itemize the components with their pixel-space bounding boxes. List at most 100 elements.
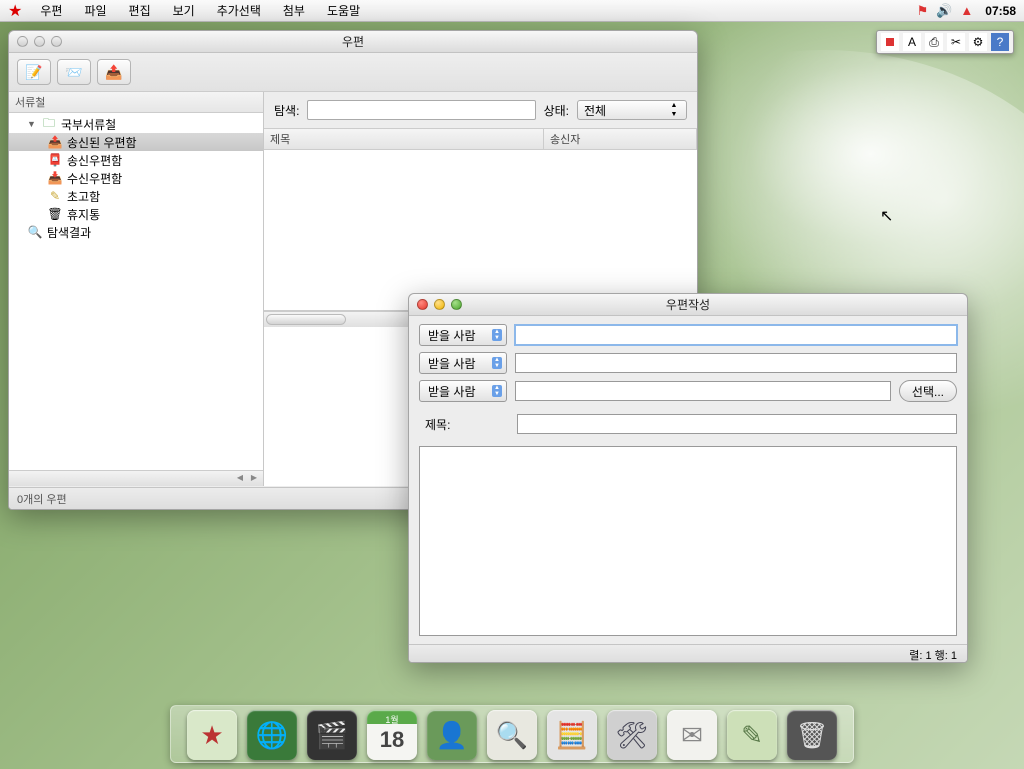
status-value: 전체 xyxy=(584,102,606,119)
inbox-icon: 📥 xyxy=(47,171,63,185)
recipient-row-1: 받을 사람 ▲▼ xyxy=(419,324,957,346)
menu-edit[interactable]: 편집 xyxy=(119,0,161,21)
search-icon: 🔍 xyxy=(27,225,43,239)
minimize-icon[interactable] xyxy=(434,299,445,310)
menu-view[interactable]: 보기 xyxy=(163,0,205,21)
flag-icon[interactable]: ⚑ xyxy=(917,3,929,19)
dock-contacts[interactable]: 👤 xyxy=(427,710,477,760)
recipient-input-3[interactable] xyxy=(515,381,891,401)
menu-extra[interactable]: 추가선택 xyxy=(207,0,271,21)
recipient-row-2: 받을 사람 ▲▼ xyxy=(419,352,957,374)
notification-icon[interactable]: ▲ xyxy=(960,3,973,18)
scroll-right-icon[interactable]: ▶ xyxy=(247,473,261,484)
trash-icon: 🗑 xyxy=(47,207,63,221)
message-list-header: 제목 송신자 xyxy=(264,128,697,150)
palette-text-icon[interactable]: A xyxy=(903,33,921,51)
mail-window-title: 우편 xyxy=(9,33,697,50)
dock-calendar[interactable]: 1월18 xyxy=(367,710,417,760)
dock-trash[interactable]: 🗑 xyxy=(787,710,837,760)
recipient-input-2[interactable] xyxy=(515,353,957,373)
receive-button[interactable]: 📨 xyxy=(57,59,91,85)
menu-help[interactable]: 도움말 xyxy=(317,0,370,21)
menu-file[interactable]: 파일 xyxy=(74,0,116,21)
folder-tree[interactable]: ▼ 🗀 국부서류철 📤 송신된 우편함 📮 송신우편함 📥 수신우편함 xyxy=(9,113,263,470)
palette-keyboard-icon[interactable]: ⎙ xyxy=(925,33,943,51)
status-dropdown[interactable]: 전체 ▲▼ xyxy=(577,100,687,120)
palette-settings-icon[interactable]: ⚙ xyxy=(969,33,987,51)
mail-toolbar: 📝 📨 📤 xyxy=(9,53,697,92)
tree-sent[interactable]: 📤 송신된 우편함 xyxy=(9,133,263,151)
recipient-type-label: 받을 사람 xyxy=(428,327,476,344)
stepper-icon[interactable]: ▲▼ xyxy=(492,385,502,397)
dock-calculator[interactable]: 🧮 xyxy=(547,710,597,760)
tree-outbox[interactable]: 📮 송신우편함 xyxy=(9,151,263,169)
folder-sidebar: 서류철 ▼ 🗀 국부서류철 📤 송신된 우편함 📮 송신우편함 📥 수신 xyxy=(9,92,264,486)
compose-editor[interactable] xyxy=(419,446,957,636)
search-input[interactable] xyxy=(307,100,535,120)
outbox-icon: 📮 xyxy=(47,153,63,167)
col-sender[interactable]: 송신자 xyxy=(544,129,697,149)
compose-window-title: 우편작성 xyxy=(409,296,967,313)
dock-browser[interactable]: 🌐 xyxy=(247,710,297,760)
message-list[interactable] xyxy=(264,150,697,311)
palette-help-icon[interactable]: ? xyxy=(991,33,1009,51)
recipient-type-label: 받을 사람 xyxy=(428,355,476,372)
subject-input[interactable] xyxy=(517,414,957,434)
stepper-icon[interactable]: ▲▼ xyxy=(492,357,502,369)
status-label: 상태: xyxy=(544,102,569,119)
tree-search-results[interactable]: 🔍 탐색결과 xyxy=(9,223,263,241)
dock-movie[interactable]: 🎬 xyxy=(307,710,357,760)
stepper-icon[interactable]: ▲▼ xyxy=(668,101,680,119)
dock-mail[interactable]: ✉ xyxy=(667,710,717,760)
recipient-type-3[interactable]: 받을 사람 ▲▼ xyxy=(419,380,507,402)
palette-tool-icon[interactable]: ✂ xyxy=(947,33,965,51)
select-contacts-button[interactable]: 선택... xyxy=(899,380,957,402)
dock: ★🌐🎬1월18👤🔍🧮🛠✉✎🗑 xyxy=(170,705,854,763)
menu-mail[interactable]: 우편 xyxy=(30,0,72,21)
tree-label: 수신우편함 xyxy=(67,170,122,187)
sidebar-scrollbar[interactable]: ◀ ▶ xyxy=(9,470,263,486)
chevron-down-icon[interactable]: ▼ xyxy=(27,119,37,129)
dock-viewer[interactable]: 🔍 xyxy=(487,710,537,760)
recipient-type-2[interactable]: 받을 사람 ▲▼ xyxy=(419,352,507,374)
dock-launcher[interactable]: ★ xyxy=(187,710,237,760)
tree-root[interactable]: ▼ 🗀 국부서류철 xyxy=(9,115,263,133)
recipient-row-3: 받을 사람 ▲▼ 선택... xyxy=(419,380,957,402)
menubar: ★ 우편 파일 편집 보기 추가선택 첨부 도움말 ⚑ 🔊 ▲ 07:58 xyxy=(0,0,1024,22)
subject-label: 제목: xyxy=(419,416,507,433)
zoom-icon[interactable] xyxy=(51,36,62,47)
menu-attach[interactable]: 첨부 xyxy=(273,0,315,21)
mail-titlebar[interactable]: 우편 xyxy=(9,31,697,53)
tree-inbox[interactable]: 📥 수신우편함 xyxy=(9,169,263,187)
input-palette[interactable]: A ⎙ ✂ ⚙ ? xyxy=(876,30,1014,54)
sidebar-header: 서류철 xyxy=(9,92,263,113)
search-label: 탐색: xyxy=(274,102,299,119)
scrollbar-thumb[interactable] xyxy=(266,314,346,325)
tree-drafts[interactable]: ✎ 초고함 xyxy=(9,187,263,205)
tree-label: 휴지통 xyxy=(67,206,100,223)
recipient-input-1[interactable] xyxy=(515,325,957,345)
close-icon[interactable] xyxy=(17,36,28,47)
cursor-icon: ↖ xyxy=(880,206,893,226)
recipient-type-1[interactable]: 받을 사람 ▲▼ xyxy=(419,324,507,346)
compose-button[interactable]: 📝 xyxy=(17,59,51,85)
minimize-icon[interactable] xyxy=(34,36,45,47)
cursor-position: 렬: 1 행: 1 xyxy=(909,650,957,662)
dock-notes[interactable]: ✎ xyxy=(727,710,777,760)
zoom-icon[interactable] xyxy=(451,299,462,310)
scroll-left-icon[interactable]: ◀ xyxy=(233,473,247,484)
close-icon[interactable] xyxy=(417,299,428,310)
palette-record-icon[interactable] xyxy=(881,33,899,51)
stepper-icon[interactable]: ▲▼ xyxy=(492,329,502,341)
clock[interactable]: 07:58 xyxy=(985,4,1016,18)
tree-trash[interactable]: 🗑 휴지통 xyxy=(9,205,263,223)
volume-icon[interactable]: 🔊 xyxy=(936,3,952,19)
col-subject[interactable]: 제목 xyxy=(264,129,544,149)
tree-label: 송신된 우편함 xyxy=(67,134,137,151)
send-button[interactable]: 📤 xyxy=(97,59,131,85)
tree-root-label: 국부서류철 xyxy=(61,116,116,133)
compose-titlebar[interactable]: 우편작성 xyxy=(409,294,967,316)
star-icon[interactable]: ★ xyxy=(8,1,22,21)
tree-label: 송신우편함 xyxy=(67,152,122,169)
dock-settings[interactable]: 🛠 xyxy=(607,710,657,760)
